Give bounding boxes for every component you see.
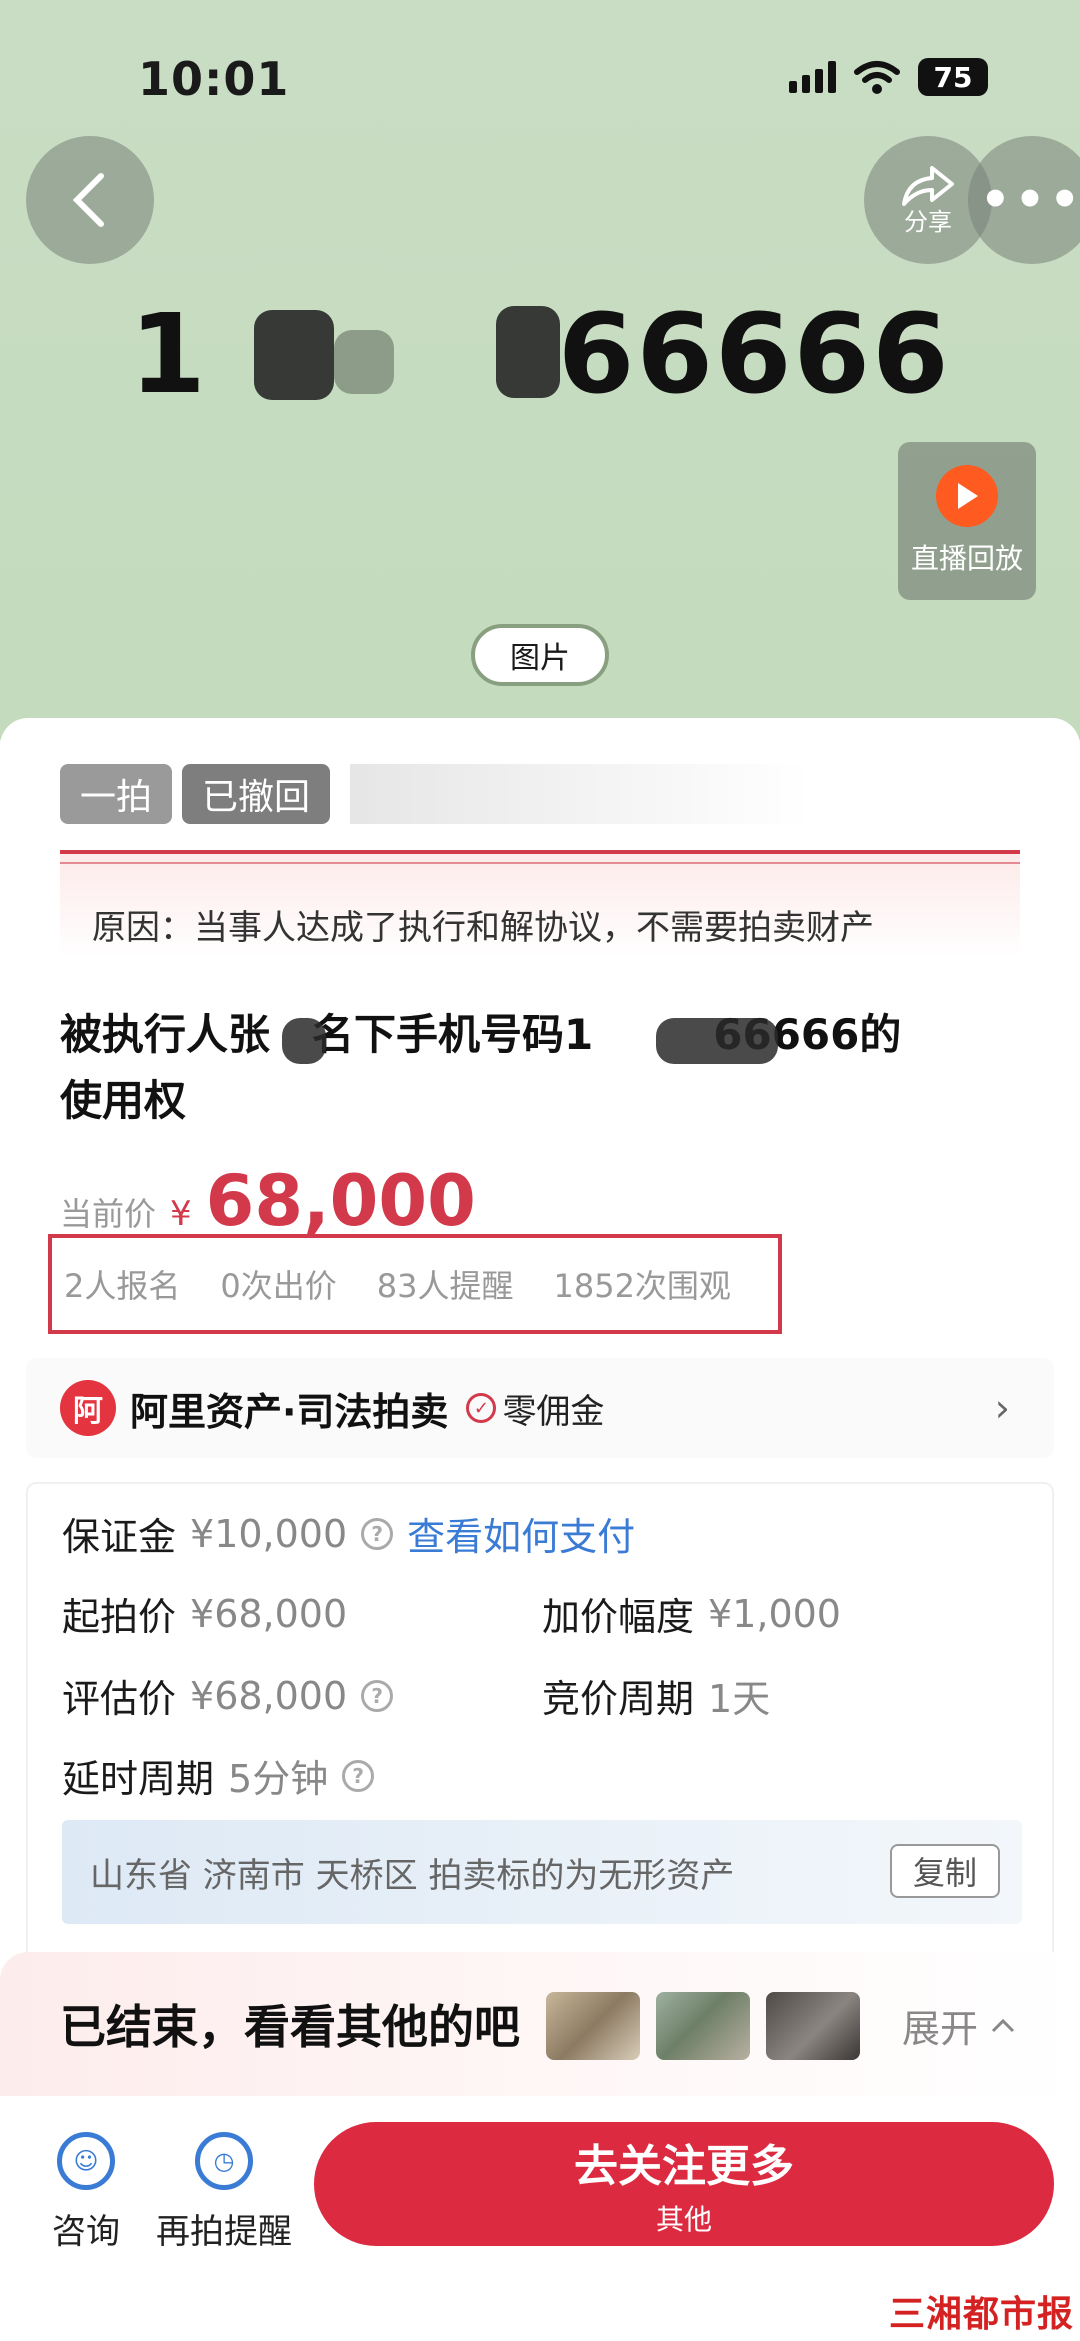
signal-icon — [789, 61, 836, 93]
hero-number-prefix: 1 — [129, 290, 208, 418]
battery-icon: 75 — [918, 58, 988, 96]
expand-button[interactable]: 展开 — [902, 1998, 1016, 2053]
round-tag: 一拍 — [60, 764, 173, 824]
tag-fade — [350, 764, 810, 824]
headset-icon: ☺ — [57, 2132, 115, 2190]
status-tags: 一拍 已撤回 — [60, 764, 331, 824]
alarm-clock-icon: ◷ — [195, 2132, 253, 2190]
address-bar: 山东省 济南市 天桥区 拍卖标的为无形资产 复制 — [62, 1820, 1022, 1924]
start-price-row: 起拍价 ¥68,000 — [62, 1586, 347, 1641]
stat-signups: 2人报名 — [64, 1267, 181, 1305]
stat-reminders: 83人提醒 — [376, 1267, 514, 1305]
recommendation-thumbnail[interactable] — [656, 1992, 750, 2060]
zero-fee-badge: ✓ 零佣金 — [466, 1384, 604, 1433]
live-replay-button[interactable]: 直播回放 — [898, 442, 1036, 600]
current-price-row: 当前价 ¥ 68,000 — [60, 1160, 476, 1242]
help-icon[interactable]: ? — [361, 1679, 394, 1712]
ended-panel: 已结束，看看其他的吧 展开 — [0, 1952, 1080, 2096]
cycle-row: 竞价周期 1天 — [542, 1668, 770, 1723]
help-icon[interactable]: ? — [361, 1517, 394, 1550]
price-label: 当前价 — [60, 1195, 157, 1233]
redaction-block — [254, 310, 334, 400]
how-to-pay-link[interactable]: 查看如何支付 — [407, 1506, 635, 1561]
check-icon: ✓ — [466, 1393, 497, 1423]
consult-button[interactable]: ☺ 咨询 — [52, 2132, 120, 2253]
remind-label: 再拍提醒 — [156, 2212, 292, 2252]
platform-row[interactable]: 阿 阿里资产·司法拍卖 ✓ 零佣金 › — [26, 1358, 1054, 1458]
more-button[interactable]: ••• — [968, 136, 1080, 264]
copy-button[interactable]: 复制 — [890, 1844, 1000, 1898]
watermark-logo: 三湘都市报 — [888, 2293, 1074, 2335]
consult-label: 咨询 — [52, 2212, 120, 2252]
follow-more-button[interactable]: 去关注更多 其他 — [314, 2122, 1054, 2246]
play-icon — [936, 465, 998, 527]
deposit-row: 保证金 ¥10,000 ? 查看如何支付 — [62, 1506, 635, 1561]
reason-divider — [60, 862, 1020, 864]
cycle-label: 竞价周期 — [542, 1677, 695, 1721]
auction-detail-card: 一拍 已撤回 原因：当事人达成了执行和解协议，不需要拍卖财产 被执行人张 名下手机… — [0, 718, 1080, 2088]
withdraw-reason-box: 原因：当事人达成了执行和解协议，不需要拍卖财产 — [60, 850, 1020, 958]
chevron-left-icon — [72, 173, 104, 227]
recommendation-thumbnail[interactable] — [546, 1992, 640, 2060]
delay-row: 延时周期 5分钟 ? — [62, 1748, 375, 1803]
expand-label: 展开 — [902, 2007, 979, 2051]
title-part: 被执行人张 — [60, 1010, 271, 1059]
ali-logo-icon: 阿 — [60, 1380, 116, 1436]
status-time: 10:01 — [138, 52, 290, 106]
delay-label: 延时周期 — [62, 1757, 215, 1801]
wifi-icon — [854, 61, 900, 94]
redaction-block — [334, 330, 394, 394]
title-part: 名下手机号码1 — [312, 1010, 594, 1059]
status-badge: 已撤回 — [182, 764, 331, 824]
withdraw-reason: 原因：当事人达成了执行和解协议，不需要拍卖财产 — [92, 908, 874, 948]
start-price-value: ¥68,000 — [190, 1591, 348, 1636]
chevron-right-icon: › — [994, 1386, 1010, 1430]
redaction-block — [496, 306, 560, 398]
start-price-label: 起拍价 — [62, 1595, 177, 1639]
address-text: 山东省 济南市 天桥区 拍卖标的为无形资产 — [90, 1855, 735, 1896]
remind-button[interactable]: ◷ 再拍提醒 — [156, 2132, 292, 2253]
status-icons: 75 — [789, 58, 988, 96]
picture-tab[interactable]: 图片 — [471, 624, 609, 686]
redaction-block — [282, 1018, 326, 1064]
help-icon[interactable]: ? — [342, 1759, 375, 1792]
chevron-up-icon — [991, 2018, 1015, 2032]
ended-text: 已结束，看看其他的吧 — [60, 2000, 520, 2054]
appraisal-label: 评估价 — [62, 1677, 177, 1721]
increment-value: ¥1,000 — [708, 1591, 841, 1636]
item-title: 被执行人张 名下手机号码1 66666的 使用权 — [60, 1002, 1020, 1134]
platform-name: 阿里资产·司法拍卖 — [130, 1389, 449, 1434]
title-part: 使用权 — [60, 1076, 187, 1125]
price-currency: ¥ — [170, 1194, 192, 1234]
hero-banner: 10:01 75 分享 ••• 1 66666 直播回放 图片 — [0, 0, 1080, 740]
replay-label: 直播回放 — [910, 542, 1023, 575]
deposit-value: ¥10,000 — [190, 1511, 348, 1556]
stat-bids: 0次出价 — [220, 1267, 337, 1305]
appraisal-value: ¥68,000 — [190, 1673, 348, 1718]
back-button[interactable] — [26, 136, 154, 264]
increment-row: 加价幅度 ¥1,000 — [542, 1586, 841, 1641]
increment-label: 加价幅度 — [542, 1595, 695, 1639]
redaction-block — [656, 1018, 778, 1064]
zero-fee-label: 零佣金 — [502, 1391, 605, 1432]
appraisal-row: 评估价 ¥68,000 ? — [62, 1668, 394, 1723]
cta-sub-label: 其他 — [655, 2203, 712, 2236]
share-label: 分享 — [904, 207, 952, 236]
delay-value: 5分钟 — [228, 1757, 329, 1801]
stats-box: 2人报名 0次出价 83人提醒 1852次围观 — [48, 1234, 782, 1334]
deposit-label: 保证金 — [62, 1515, 177, 1559]
stat-views: 1852次围观 — [553, 1267, 731, 1305]
current-price: 68,000 — [205, 1160, 476, 1242]
cta-main-label: 去关注更多 — [574, 2141, 794, 2192]
recommendation-thumbnail[interactable] — [766, 1992, 860, 2060]
cycle-value: 1天 — [708, 1677, 771, 1721]
more-icon: ••• — [979, 172, 1080, 228]
hero-number-suffix: 66666 — [557, 290, 951, 418]
